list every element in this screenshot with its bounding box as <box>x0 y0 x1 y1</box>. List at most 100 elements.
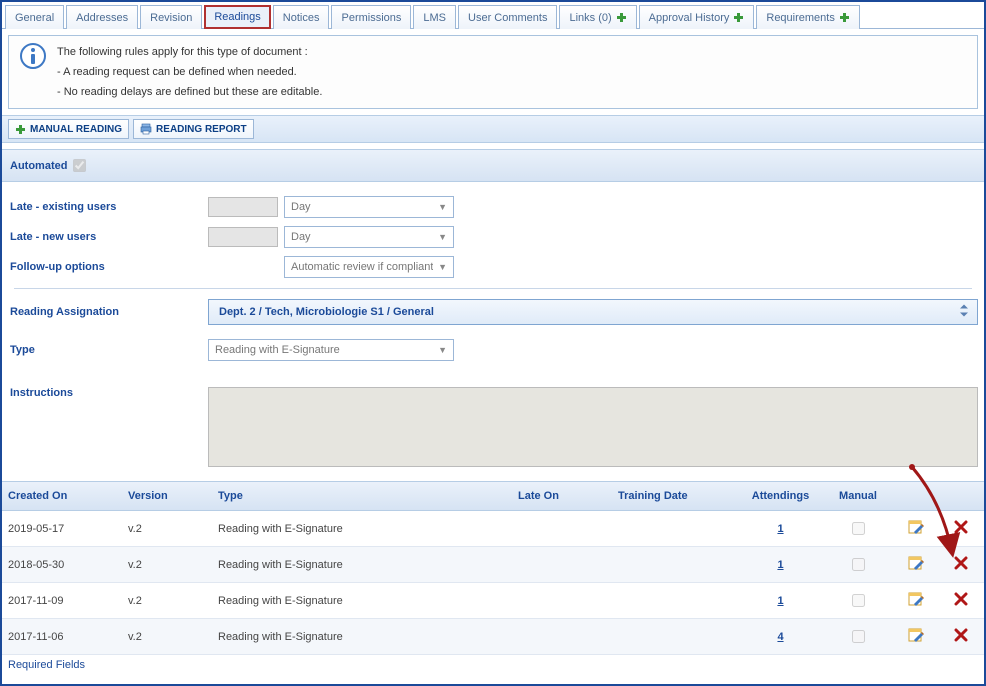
toolbar: MANUAL READING READING REPORT <box>2 115 984 143</box>
manual-checkbox[interactable] <box>852 594 865 607</box>
print-icon <box>140 123 152 135</box>
tab-label: LMS <box>423 12 446 24</box>
info-box: The following rules apply for this type … <box>8 35 978 109</box>
chevron-down-icon: ▼ <box>438 345 447 355</box>
tab-label: Readings <box>214 11 260 23</box>
tab-notices[interactable]: Notices <box>273 5 330 29</box>
tab-readings[interactable]: Readings <box>204 5 270 29</box>
tab-label: Requirements <box>766 12 834 24</box>
reading-report-button[interactable]: READING REPORT <box>133 119 254 139</box>
button-label: MANUAL READING <box>30 124 122 135</box>
table-row: 2018-05-30v.2Reading with E-Signature 1 <box>2 547 984 583</box>
manual-checkbox[interactable] <box>852 522 865 535</box>
late-new-value[interactable] <box>208 227 278 247</box>
manual-checkbox[interactable] <box>852 630 865 643</box>
tab-user-comments[interactable]: User Comments <box>458 5 557 29</box>
tab-revision[interactable]: Revision <box>140 5 202 29</box>
edit-icon[interactable] <box>893 591 938 610</box>
automated-checkbox[interactable] <box>73 159 86 172</box>
plus-icon <box>15 124 26 135</box>
col-late: Late On <box>518 490 618 502</box>
chevron-down-icon: ▼ <box>438 232 447 242</box>
tab-label: Permissions <box>341 12 401 24</box>
select-value: Day <box>291 231 311 243</box>
select-value: Dept. 2 / Tech, Microbiologie S1 / Gener… <box>219 306 434 318</box>
col-training: Training Date <box>618 490 738 502</box>
cell-type: Reading with E-Signature <box>218 523 518 535</box>
attendings-link[interactable]: 1 <box>777 523 783 535</box>
followup-label: Follow-up options <box>8 261 208 273</box>
divider <box>14 288 972 289</box>
col-type: Type <box>218 490 518 502</box>
tab-addresses[interactable]: Addresses <box>66 5 138 29</box>
manual-checkbox[interactable] <box>852 558 865 571</box>
tab-lms[interactable]: LMS <box>413 5 456 29</box>
button-label: READING REPORT <box>156 124 247 135</box>
tab-label: Links (0) <box>569 12 611 24</box>
cell-version: v.2 <box>128 523 218 535</box>
delete-icon[interactable] <box>938 628 983 645</box>
delete-icon[interactable] <box>938 556 983 573</box>
col-version: Version <box>128 490 218 502</box>
table-row: 2019-05-17v.2Reading with E-Signature 1 <box>2 511 984 547</box>
followup-select[interactable]: Automatic review if compliant ▼ <box>284 256 454 278</box>
cell-created: 2017-11-06 <box>8 631 128 643</box>
tab-links[interactable]: Links (0) <box>559 5 636 29</box>
select-value: Day <box>291 201 311 213</box>
chevron-down-icon: ▼ <box>438 202 447 212</box>
table-row: 2017-11-09v.2Reading with E-Signature 1 <box>2 583 984 619</box>
col-attendings: Attendings <box>738 490 823 502</box>
table-header: Created On Version Type Late On Training… <box>2 481 984 511</box>
cell-created: 2017-11-09 <box>8 595 128 607</box>
cell-type: Reading with E-Signature <box>218 595 518 607</box>
cell-version: v.2 <box>128 631 218 643</box>
attendings-link[interactable]: 4 <box>777 631 783 643</box>
cell-created: 2019-05-17 <box>8 523 128 535</box>
delete-icon[interactable] <box>938 520 983 537</box>
attendings-link[interactable]: 1 <box>777 595 783 607</box>
tab-requirements[interactable]: Requirements <box>756 5 859 29</box>
cell-type: Reading with E-Signature <box>218 631 518 643</box>
col-manual: Manual <box>823 490 893 502</box>
type-select[interactable]: Reading with E-Signature ▼ <box>208 339 454 361</box>
late-existing-value[interactable] <box>208 197 278 217</box>
info-line-2: - A reading request can be defined when … <box>57 62 967 82</box>
instructions-textarea[interactable] <box>208 387 978 467</box>
sort-icon <box>959 305 969 320</box>
plus-icon <box>839 12 850 23</box>
tab-permissions[interactable]: Permissions <box>331 5 411 29</box>
type-label: Type <box>8 344 208 356</box>
edit-icon[interactable] <box>893 555 938 574</box>
plus-icon <box>616 12 627 23</box>
tab-label: General <box>15 12 54 24</box>
late-existing-unit-select[interactable]: Day ▼ <box>284 196 454 218</box>
assignation-select[interactable]: Dept. 2 / Tech, Microbiologie S1 / Gener… <box>208 299 978 325</box>
tab-general[interactable]: General <box>5 5 64 29</box>
required-fields-label: Required Fields <box>2 655 984 671</box>
tab-bar: General Addresses Revision Readings Noti… <box>2 2 984 29</box>
late-new-unit-select[interactable]: Day ▼ <box>284 226 454 248</box>
select-value: Automatic review if compliant <box>291 261 433 273</box>
info-icon <box>19 42 47 70</box>
delete-icon[interactable] <box>938 592 983 609</box>
cell-created: 2018-05-30 <box>8 559 128 571</box>
tab-label: Approval History <box>649 12 730 24</box>
tab-label: Notices <box>283 12 320 24</box>
chevron-down-icon: ▼ <box>438 262 447 272</box>
cell-version: v.2 <box>128 595 218 607</box>
info-line-1: The following rules apply for this type … <box>57 42 967 62</box>
plus-icon <box>733 12 744 23</box>
manual-reading-button[interactable]: MANUAL READING <box>8 119 129 139</box>
cell-type: Reading with E-Signature <box>218 559 518 571</box>
automated-label: Automated <box>10 160 67 172</box>
attendings-link[interactable]: 1 <box>777 559 783 571</box>
cell-version: v.2 <box>128 559 218 571</box>
edit-icon[interactable] <box>893 519 938 538</box>
col-created: Created On <box>8 490 128 502</box>
edit-icon[interactable] <box>893 627 938 646</box>
tab-approval-history[interactable]: Approval History <box>639 5 755 29</box>
form-area: Late - existing users Day ▼ Late - new u… <box>2 182 984 481</box>
table-body: 2019-05-17v.2Reading with E-Signature120… <box>2 511 984 655</box>
instructions-label: Instructions <box>8 387 208 399</box>
tab-label: Addresses <box>76 12 128 24</box>
